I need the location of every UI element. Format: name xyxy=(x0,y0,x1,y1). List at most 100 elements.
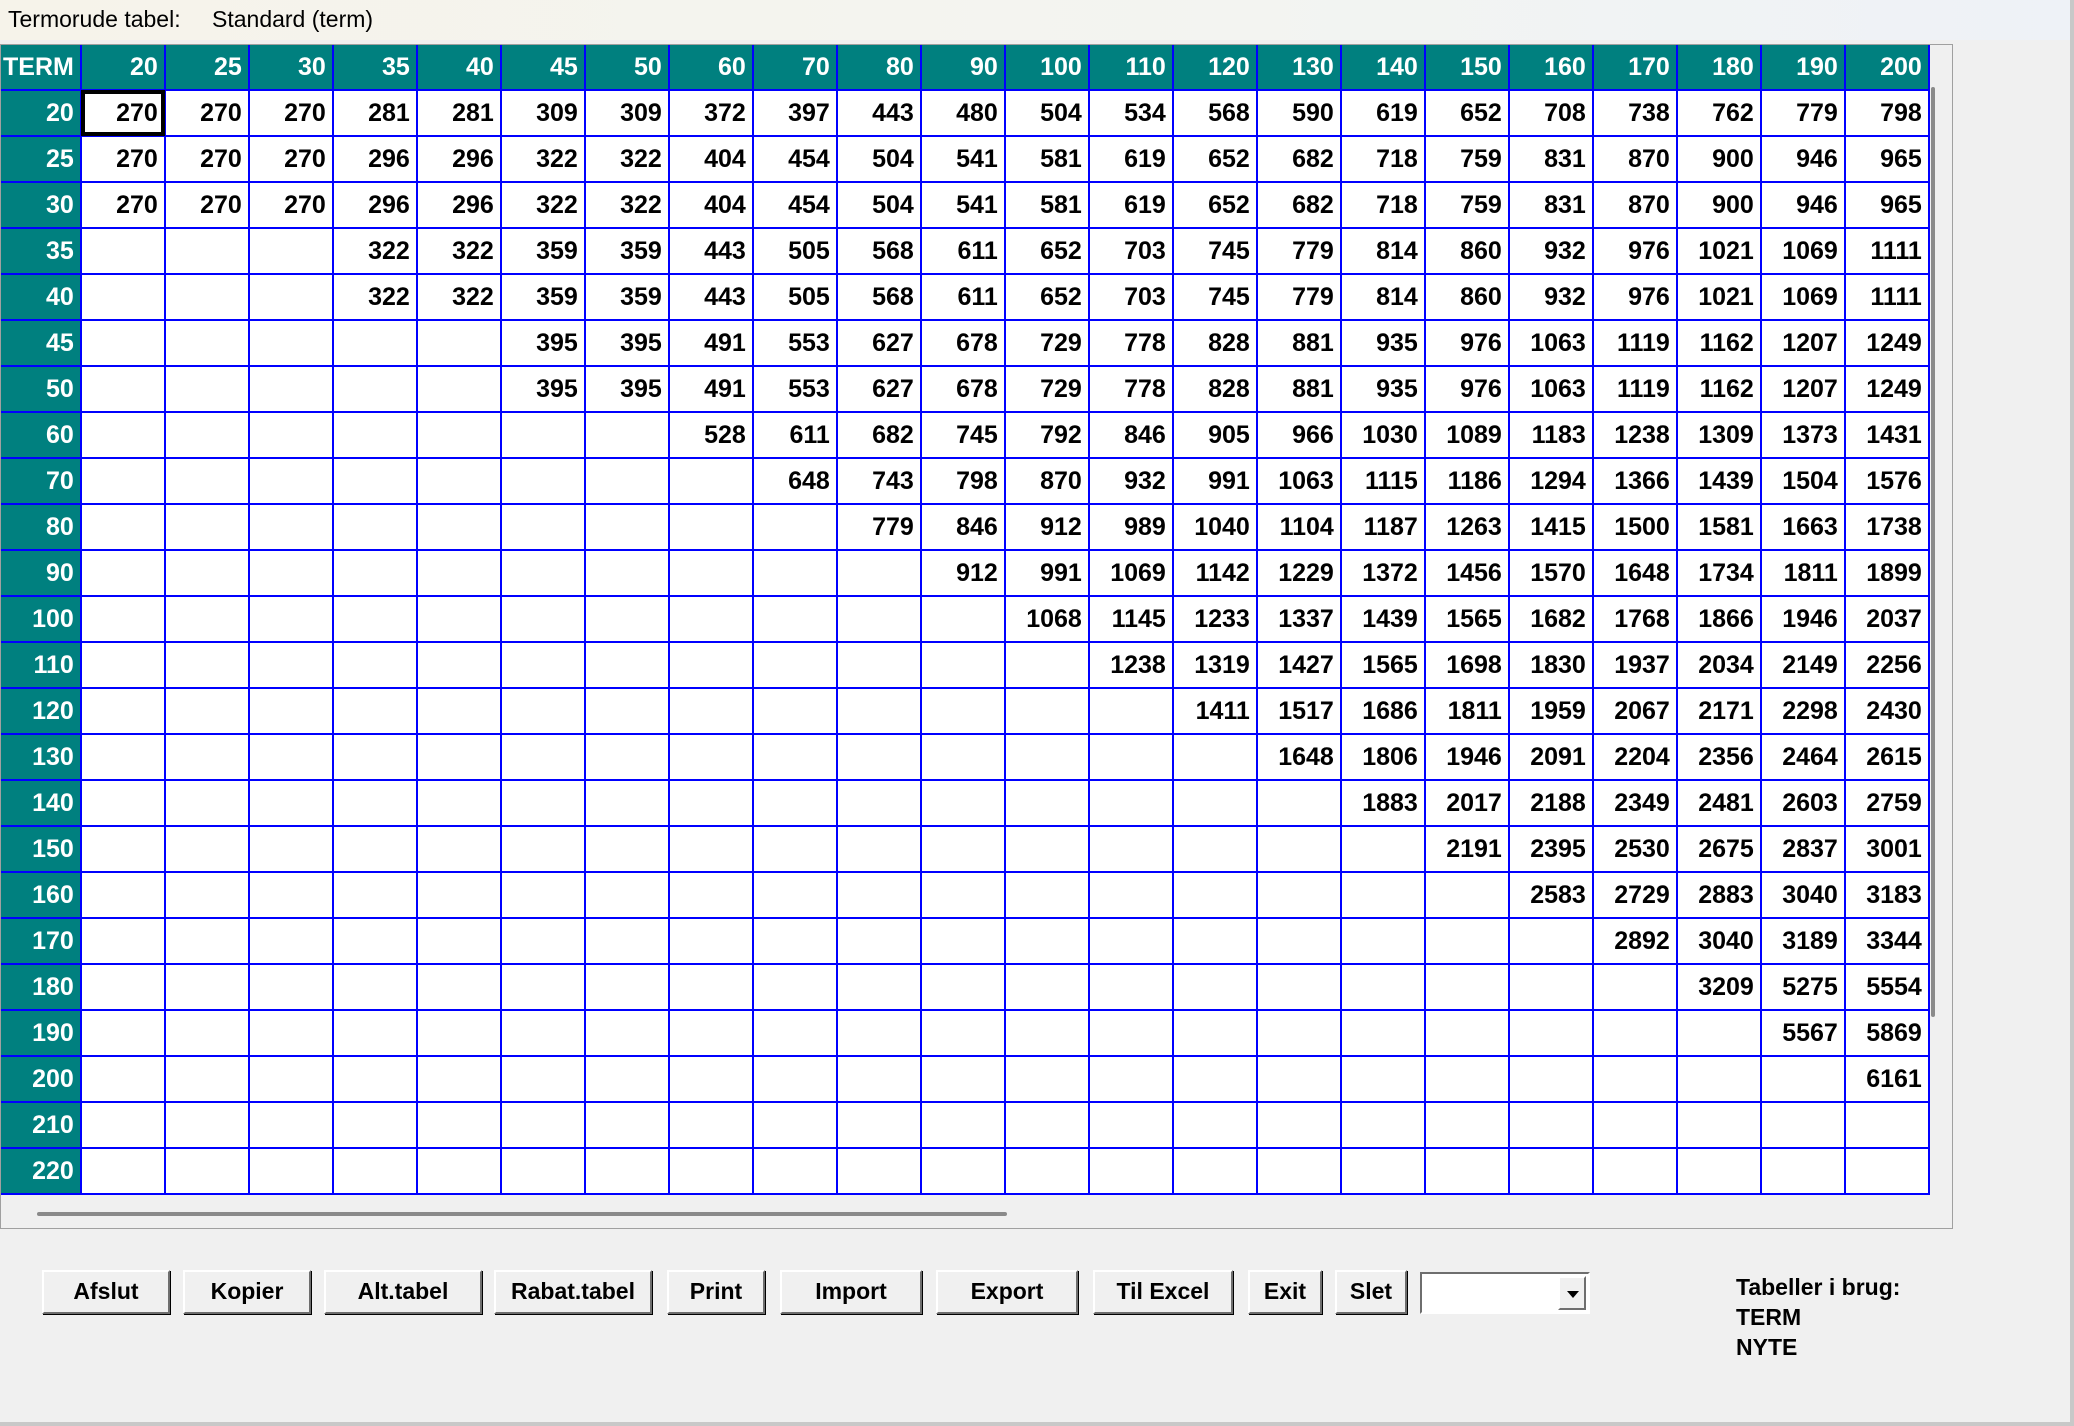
grid-cell[interactable] xyxy=(1004,734,1090,781)
grid-cell[interactable]: 270 xyxy=(164,136,250,183)
grid-cell[interactable]: 1806 xyxy=(1340,734,1426,781)
grid-cell[interactable] xyxy=(332,596,418,643)
grid-cell[interactable] xyxy=(248,826,334,873)
grid-cell[interactable]: 395 xyxy=(584,366,670,413)
grid-cell[interactable]: 703 xyxy=(1088,274,1174,321)
grid-cell[interactable] xyxy=(416,688,502,735)
grid-cell[interactable] xyxy=(1172,734,1258,781)
grid-cell[interactable] xyxy=(248,458,334,505)
grid-cell[interactable]: 1089 xyxy=(1424,412,1510,459)
grid-cell[interactable]: 1115 xyxy=(1340,458,1426,505)
grid-cell[interactable] xyxy=(164,504,250,551)
grid-cell[interactable] xyxy=(584,642,670,689)
grid-cell[interactable]: 831 xyxy=(1508,182,1594,229)
grid-cell[interactable] xyxy=(584,918,670,965)
grid-cell[interactable] xyxy=(164,734,250,781)
grid-cell[interactable]: 1698 xyxy=(1424,642,1510,689)
grid-cell[interactable]: 1229 xyxy=(1256,550,1342,597)
grid-cell[interactable] xyxy=(1340,826,1426,873)
grid-cell[interactable]: 3209 xyxy=(1676,964,1762,1011)
afslut-button[interactable]: Afslut xyxy=(42,1270,170,1314)
grid-cell[interactable]: 372 xyxy=(668,90,754,137)
grid-cell[interactable]: 976 xyxy=(1592,274,1678,321)
grid-cell[interactable]: 814 xyxy=(1340,274,1426,321)
grid-cell[interactable] xyxy=(500,504,586,551)
grid-cell[interactable]: 1431 xyxy=(1844,412,1930,459)
grid-cell[interactable]: 553 xyxy=(752,366,838,413)
grid-cell[interactable]: 359 xyxy=(500,274,586,321)
grid-cell[interactable] xyxy=(1088,688,1174,735)
grid-cell[interactable]: 3040 xyxy=(1676,918,1762,965)
grid-cell[interactable] xyxy=(164,412,250,459)
column-header[interactable]: 25 xyxy=(164,45,250,91)
grid-cell[interactable] xyxy=(332,320,418,367)
grid-cell[interactable]: 965 xyxy=(1844,136,1930,183)
chevron-down-icon[interactable] xyxy=(1558,1276,1586,1310)
grid-cell[interactable] xyxy=(1676,1148,1762,1195)
grid-cell[interactable] xyxy=(1424,964,1510,1011)
grid-cell[interactable] xyxy=(164,274,250,321)
grid-cell[interactable] xyxy=(248,1010,334,1057)
grid-cell[interactable]: 3183 xyxy=(1844,872,1930,919)
grid-cell[interactable]: 296 xyxy=(416,136,502,183)
grid-cell[interactable]: 504 xyxy=(836,136,922,183)
grid-cell[interactable]: 682 xyxy=(1256,182,1342,229)
grid-cell[interactable] xyxy=(668,872,754,919)
grid-cell[interactable]: 2171 xyxy=(1676,688,1762,735)
grid-cell[interactable]: 5567 xyxy=(1760,1010,1846,1057)
grid-cell[interactable] xyxy=(500,872,586,919)
grid-cell[interactable] xyxy=(668,1102,754,1149)
grid-cell[interactable]: 703 xyxy=(1088,228,1174,275)
grid-cell[interactable] xyxy=(1172,1056,1258,1103)
grid-cell[interactable]: 2067 xyxy=(1592,688,1678,735)
grid-cell[interactable] xyxy=(332,918,418,965)
grid-cell[interactable]: 932 xyxy=(1508,228,1594,275)
grid-cell[interactable] xyxy=(920,964,1006,1011)
row-header[interactable]: 140 xyxy=(1,780,82,827)
grid-cell[interactable]: 652 xyxy=(1004,228,1090,275)
grid-cell[interactable]: 2883 xyxy=(1676,872,1762,919)
grid-cell[interactable] xyxy=(248,780,334,827)
grid-cell[interactable] xyxy=(80,826,166,873)
grid-cell[interactable] xyxy=(80,1148,166,1195)
grid-cell[interactable]: 322 xyxy=(500,136,586,183)
grid-cell[interactable] xyxy=(584,596,670,643)
grid-cell[interactable]: 1372 xyxy=(1340,550,1426,597)
grid-cell[interactable] xyxy=(248,642,334,689)
grid-cell[interactable]: 1500 xyxy=(1592,504,1678,551)
grid-cell[interactable]: 718 xyxy=(1340,136,1426,183)
grid-cell[interactable] xyxy=(1424,1010,1510,1057)
grid-cell[interactable]: 568 xyxy=(1172,90,1258,137)
grid-cell[interactable] xyxy=(1172,780,1258,827)
grid-cell[interactable] xyxy=(80,412,166,459)
grid-cell[interactable]: 3001 xyxy=(1844,826,1930,873)
row-header[interactable]: 210 xyxy=(1,1102,82,1149)
grid-cell[interactable] xyxy=(1424,872,1510,919)
grid-cell[interactable] xyxy=(752,1056,838,1103)
grid-cell[interactable]: 2256 xyxy=(1844,642,1930,689)
grid-cell[interactable]: 1294 xyxy=(1508,458,1594,505)
grid-cell[interactable] xyxy=(164,688,250,735)
grid-cell[interactable]: 2091 xyxy=(1508,734,1594,781)
grid-cell[interactable] xyxy=(164,596,250,643)
grid-cell[interactable] xyxy=(1088,1010,1174,1057)
grid-cell[interactable]: 2017 xyxy=(1424,780,1510,827)
grid-cell[interactable]: 541 xyxy=(920,182,1006,229)
grid-cell[interactable]: 528 xyxy=(668,412,754,459)
grid-cell[interactable]: 946 xyxy=(1760,136,1846,183)
grid-cell[interactable] xyxy=(584,504,670,551)
grid-cell[interactable]: 798 xyxy=(920,458,1006,505)
grid-cell[interactable] xyxy=(332,458,418,505)
grid-cell[interactable]: 1648 xyxy=(1256,734,1342,781)
grid-cell[interactable]: 2356 xyxy=(1676,734,1762,781)
grid-cell[interactable]: 491 xyxy=(668,366,754,413)
grid-cell[interactable] xyxy=(668,504,754,551)
grid-cell[interactable] xyxy=(164,826,250,873)
grid-cell[interactable]: 860 xyxy=(1424,274,1510,321)
grid-cell[interactable]: 270 xyxy=(248,90,334,137)
column-header[interactable]: 100 xyxy=(1004,45,1090,91)
horizontal-scroll-thumb[interactable] xyxy=(37,1212,1007,1216)
grid-cell[interactable] xyxy=(416,734,502,781)
column-header[interactable]: 140 xyxy=(1340,45,1426,91)
grid-cell[interactable] xyxy=(836,1102,922,1149)
